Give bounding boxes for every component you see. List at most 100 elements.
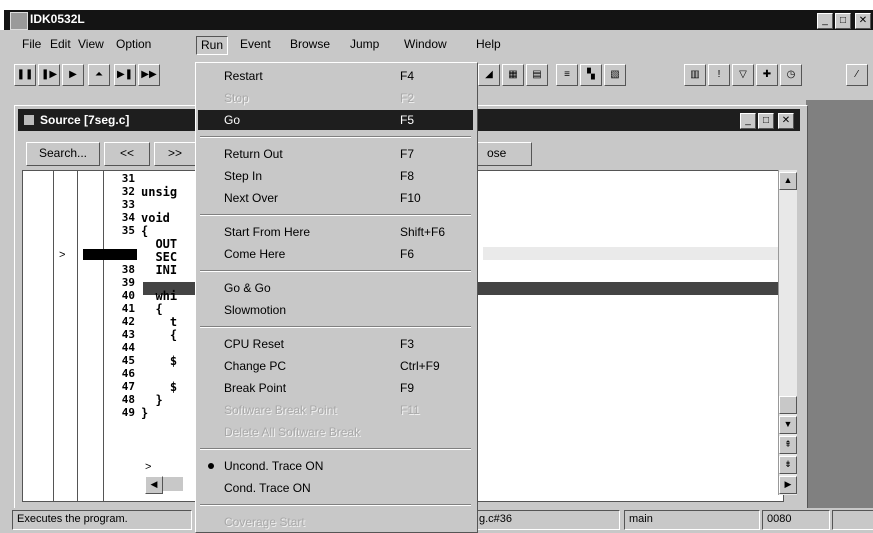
monitor-icon[interactable]: ▦ (502, 64, 524, 86)
pin-icon[interactable]: ⁄ (846, 64, 868, 86)
scroll-up-icon[interactable]: ▲ (779, 172, 797, 190)
run-menu-item-cond-trace-on[interactable]: Cond. Trace ON (198, 478, 473, 498)
menu-item-label: Restart (224, 69, 263, 83)
run-menu-item-step-in[interactable]: Step In F8 (198, 166, 473, 186)
line-number: 46 (121, 367, 135, 380)
run-menu-item-uncond-trace-on[interactable]: Uncond. Trace ON (198, 456, 473, 476)
menu-item-label: Delete All Software Break (224, 425, 361, 439)
code-line: whi (141, 289, 178, 303)
line-number: 44 (121, 341, 135, 354)
menu-jump[interactable]: Jump (346, 36, 383, 53)
menu-item-label: Next Over (224, 191, 279, 205)
vertical-scrollbar[interactable]: ▲ ▼ ⇞ ⇟ ▶ (778, 170, 797, 495)
code-line: $ (141, 354, 178, 368)
menu-item-shortcut: F6 (400, 247, 415, 261)
step-in-icon[interactable]: ▶❚ (114, 64, 136, 86)
run-menu-item-stop: Stop F2 (198, 88, 473, 108)
chart-icon[interactable]: ◢ (478, 64, 500, 86)
next-button[interactable]: >> (154, 142, 196, 166)
menu-separator (200, 448, 471, 450)
run-menu-item-go-go[interactable]: Go & Go (198, 278, 473, 298)
run-menu-item-come-here[interactable]: Come Here F6 (198, 244, 473, 264)
run-menu-item-go[interactable]: Go F5 (198, 110, 473, 130)
scroll-end-icon[interactable]: ▶ (779, 476, 797, 494)
prev-button[interactable]: << (104, 142, 150, 166)
close-button[interactable]: ✕ (855, 13, 871, 29)
run-menu-item-change-pc[interactable]: Change PC Ctrl+F9 (198, 356, 473, 376)
menu-item-shortcut: F7 (400, 147, 415, 161)
close-source-button[interactable]: ose (476, 142, 532, 166)
code-line: $ (141, 380, 178, 394)
source-close-button[interactable]: ✕ (778, 113, 794, 129)
run-menu-item-start-from-here[interactable]: Start From Here Shift+F6 (198, 222, 473, 242)
search-button[interactable]: Search... (26, 142, 100, 166)
menu-file[interactable]: File (18, 36, 45, 53)
fast-forward-icon[interactable]: ▶▶ (138, 64, 160, 86)
end-arrow-icon: > (145, 461, 152, 473)
run-menu-item-slowmotion[interactable]: Slowmotion (198, 300, 473, 320)
horizontal-scroll-thumb[interactable] (163, 477, 183, 491)
run-menu-item-delete-all-software-break: Delete All Software Break (198, 422, 473, 442)
scroll-page-down-icon[interactable]: ⇟ (779, 456, 797, 474)
run-menu-item-next-over[interactable]: Next Over F10 (198, 188, 473, 208)
menu-edit[interactable]: Edit (46, 36, 75, 53)
play-icon[interactable]: ▶ (62, 64, 84, 86)
status-extra (832, 510, 873, 530)
current-line-highlight (483, 247, 783, 260)
line-number: 41 (121, 302, 135, 315)
menu-event[interactable]: Event (236, 36, 275, 53)
scroll-page-up-icon[interactable]: ⇞ (779, 436, 797, 454)
run-menu-item-return-out[interactable]: Return Out F7 (198, 144, 473, 164)
calendar-icon[interactable]: ▥ (684, 64, 706, 86)
source-maximize-button[interactable]: □ (758, 113, 774, 129)
code-line: void (141, 211, 170, 225)
menu-item-shortcut: F10 (400, 191, 421, 205)
source-window-title: Source [7seg.c] (40, 113, 130, 127)
app-icon[interactable] (10, 12, 28, 30)
code-line: SEC (141, 250, 178, 264)
menu-help[interactable]: Help (472, 36, 505, 53)
menu-separator (200, 136, 471, 138)
step-run-icon[interactable]: ❚▶ (38, 64, 60, 86)
menu-separator (200, 504, 471, 506)
break-icon[interactable]: ✚ (756, 64, 778, 86)
menu-view[interactable]: View (74, 36, 108, 53)
line-number: 35 (121, 224, 135, 237)
line-number: 38 (121, 263, 135, 276)
menu-item-shortcut: F4 (400, 69, 415, 83)
line-number: 48 (121, 393, 135, 406)
list-icon[interactable]: ≡ (556, 64, 578, 86)
scroll-left-icon[interactable]: ◀ (145, 476, 163, 494)
source-minimize-button[interactable]: _ (740, 113, 756, 129)
menu-browse[interactable]: Browse (286, 36, 334, 53)
run-menu-item-software-break-point: Software Break Point F11 (198, 400, 473, 420)
register-icon[interactable]: ▚ (580, 64, 602, 86)
menu-item-shortcut: F11 (400, 403, 420, 417)
timer-icon[interactable]: ◷ (780, 64, 802, 86)
code-line: INI (141, 263, 178, 277)
run-menu-item-break-point[interactable]: Break Point F9 (198, 378, 473, 398)
exclamation-icon[interactable]: ! (708, 64, 730, 86)
menu-window[interactable]: Window (400, 36, 451, 53)
menu-item-shortcut: F5 (400, 113, 415, 127)
menu-item-label: Slowmotion (224, 303, 287, 317)
menu-item-label: Go (224, 113, 241, 127)
maximize-button[interactable]: □ (835, 13, 851, 29)
scroll-thumb[interactable] (779, 396, 797, 414)
filter-icon[interactable]: ▽ (732, 64, 754, 86)
menu-item-label: Break Point (224, 381, 287, 395)
source-window-icon (24, 115, 34, 125)
minimize-button[interactable]: _ (817, 13, 833, 29)
run-menu-item-cpu-reset[interactable]: CPU Reset F3 (198, 334, 473, 354)
code-line: t (141, 315, 178, 329)
memory-icon[interactable]: ▤ (526, 64, 548, 86)
run-menu-item-restart[interactable]: Restart F4 (198, 66, 473, 86)
menu-option[interactable]: Option (112, 36, 155, 53)
scroll-down-icon[interactable]: ▼ (779, 416, 797, 434)
menu-item-label: Change PC (224, 359, 287, 373)
trace-icon[interactable]: ▧ (604, 64, 626, 86)
pause-icon[interactable]: ❚❚ (14, 64, 36, 86)
menu-run[interactable]: Run (196, 36, 229, 55)
status-value: 0080 (762, 510, 830, 530)
step-over-icon[interactable]: ⏶ (88, 64, 110, 86)
